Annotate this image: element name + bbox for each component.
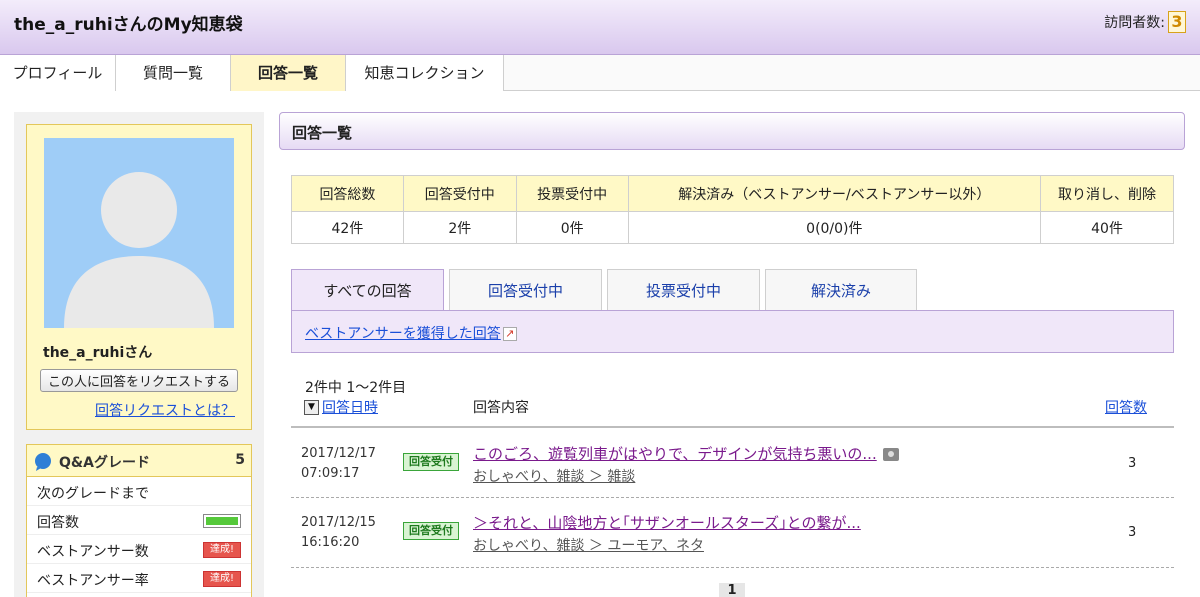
best-answer-link[interactable]: ベストアンサーを獲得した回答 ↗ (305, 323, 517, 343)
summary-value: 42件 (291, 211, 404, 244)
achieved-badge: 達成! (203, 571, 241, 587)
request-answer-button[interactable]: この人に回答をリクエストする (40, 369, 238, 392)
grade-row-label: ベストアンサー率 (37, 573, 149, 589)
sort-by-count-link[interactable]: 回答数 (1105, 397, 1147, 417)
summary-header: 回答総数 (291, 175, 404, 212)
grade-row: ベストアンサー率 達成! (27, 564, 251, 593)
grade-card: Q&Aグレード 5 次のグレードまで 回答数 ベストアンサー数 達成! ベストア… (26, 444, 252, 597)
row-divider (291, 497, 1174, 498)
answer-time: 16:16:20 (301, 535, 360, 550)
avatar-silhouette-icon (64, 172, 214, 328)
tab-collection[interactable]: 知恵コレクション (346, 55, 504, 91)
question-title-row: このごろ、遊覧列車がはやりで、デザインが気持ち悪いの... (473, 443, 899, 464)
sort-desc-icon[interactable]: ▼ (304, 399, 319, 415)
username: the_a_ruhiさん (43, 345, 153, 361)
answer-count: 3 (1128, 525, 1137, 540)
tab-accepting[interactable]: 回答受付中 (449, 269, 602, 311)
achieved-badge: 達成! (203, 542, 241, 558)
visitor-counter: 訪問者数: 3 (1104, 11, 1186, 33)
column-date: ▼ 回答日時 (304, 397, 378, 417)
tab-resolved[interactable]: 解決済み (765, 269, 917, 311)
section-title: 回答一覧 (292, 124, 353, 142)
sort-by-date-link[interactable]: 回答日時 (322, 397, 378, 417)
grade-row: ベストアンサー数 達成! (27, 535, 251, 564)
table-row: 2017/12/17 07:09:17 回答受付 このごろ、遊覧列車がはやりで、… (291, 436, 1174, 506)
answer-time: 07:09:17 (301, 466, 360, 481)
answer-date: 2017/12/15 (301, 515, 376, 530)
grade-row-label: 回答数 (37, 515, 79, 531)
answer-date: 2017/12/17 (301, 446, 376, 461)
category-link[interactable]: おしゃべり、雑談 ＞ ユーモア、ネタ (473, 535, 704, 555)
section-header: 回答一覧 (279, 112, 1185, 150)
grade-row-label: ベストアンサー数 (37, 544, 149, 560)
grade-header: Q&Aグレード 5 (27, 445, 251, 477)
divider (291, 426, 1174, 428)
grade-row-label: 次のグレードまで (37, 486, 149, 502)
request-help-link[interactable]: 回答リクエストとは？ (95, 400, 235, 420)
speech-bubble-icon (35, 453, 51, 471)
best-answer-link-label: ベストアンサーを獲得した回答 (305, 326, 501, 342)
question-link[interactable]: ＞それと、山陰地方と｢サザンオールスターズ｣との繋が... (473, 514, 861, 532)
grade-title: Q&Aグレード (59, 455, 150, 471)
summary-value: 40件 (1040, 211, 1174, 244)
table-row: 2017/12/15 16:16:20 回答受付 ＞それと、山陰地方と｢サザンオ… (291, 505, 1174, 575)
tab-answers[interactable]: 回答一覧 (231, 55, 346, 91)
summary-header: 回答受付中 (402, 175, 517, 212)
visitor-label: 訪問者数: (1104, 15, 1165, 31)
status-badge: 回答受付 (403, 522, 459, 540)
summary-value: 0件 (515, 211, 629, 244)
main-nav: プロフィール 質問一覧 回答一覧 知恵コレクション (0, 55, 1200, 91)
summary-header: 取り消し、削除 (1040, 175, 1174, 212)
summary-value: 2件 (402, 211, 517, 244)
column-content: 回答内容 (473, 400, 529, 416)
question-title-row: ＞それと、山陰地方と｢サザンオールスターズ｣との繋が... (473, 512, 861, 533)
pagination-current[interactable]: 1 (719, 583, 745, 597)
question-link[interactable]: このごろ、遊覧列車がはやりで、デザインが気持ち悪いの... (473, 445, 877, 463)
result-count: 2件中 1〜2件目 (305, 380, 407, 396)
answer-datetime: 2017/12/15 16:16:20 (301, 513, 376, 553)
summary-header: 投票受付中 (515, 175, 629, 212)
category-link[interactable]: おしゃべり、雑談 ＞ 雑談 (473, 466, 635, 486)
grade-value: 5 (235, 452, 245, 468)
profile-card: the_a_ruhiさん この人に回答をリクエストする 回答リクエストとは？ (26, 124, 252, 430)
tab-profile[interactable]: プロフィール (0, 55, 116, 91)
visitor-count: 3 (1168, 11, 1186, 33)
external-link-icon: ↗ (502, 327, 517, 341)
status-badge: 回答受付 (403, 453, 459, 471)
answer-count: 3 (1128, 456, 1137, 471)
camera-icon (882, 448, 899, 461)
tab-voting[interactable]: 投票受付中 (607, 269, 760, 311)
progress-fill (206, 517, 238, 525)
grade-row: 回答数 (27, 506, 251, 535)
tab-questions[interactable]: 質問一覧 (116, 55, 231, 91)
page-title: the_a_ruhiさんのMy知恵袋 (14, 15, 243, 35)
avatar (44, 138, 234, 328)
tab-all-answers[interactable]: すべての回答 (291, 269, 444, 312)
row-divider (291, 567, 1174, 568)
page-header: the_a_ruhiさんのMy知恵袋 訪問者数: 3 (0, 0, 1200, 55)
answer-progress-bar (203, 514, 241, 528)
summary-table: 回答総数 回答受付中 投票受付中 解決済み（ベストアンサー/ベストアンサー以外）… (291, 175, 1174, 244)
summary-header: 解決済み（ベストアンサー/ベストアンサー以外） (627, 175, 1042, 212)
answer-datetime: 2017/12/17 07:09:17 (301, 444, 376, 484)
tab-panel: ベストアンサーを獲得した回答 ↗ (291, 310, 1174, 353)
summary-value: 0(0/0)件 (627, 211, 1042, 244)
grade-row: 次のグレードまで (27, 477, 251, 506)
